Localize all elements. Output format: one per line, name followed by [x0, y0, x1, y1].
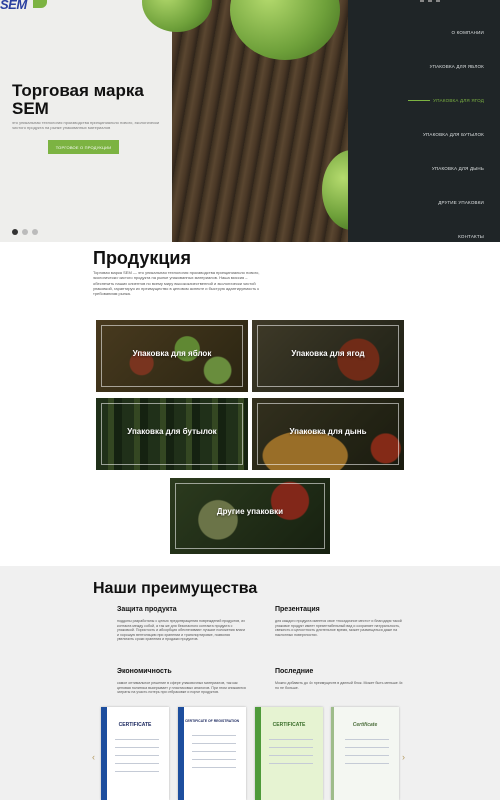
certificate-title: CERTIFICATE — [118, 722, 152, 728]
certificate-title: CERTIFICATE — [272, 722, 306, 728]
advantage-text: самое оптимальное решение в сфере упаков… — [117, 681, 246, 695]
advantage-text: для каждого продукта имеется свое «посад… — [275, 619, 402, 637]
product-card-label: Другие упаковки — [216, 507, 284, 516]
advantage-heading: Защита продукта — [117, 606, 177, 613]
nav-item-melons[interactable]: УПАКОВКА ДЛЯ ДЫНЬ — [432, 166, 484, 171]
product-card-label: Упаковка для бутылок — [127, 427, 217, 436]
certificate-card[interactable]: CERTIFICATE OF REGISTRATION — [178, 707, 246, 800]
products-title: Продукция — [93, 248, 191, 268]
nav-item-contacts[interactable]: КОНТАКТЫ — [458, 234, 484, 239]
brand-logo[interactable]: SEM — [0, 0, 48, 12]
advantages-section — [0, 566, 500, 800]
main-navigation: О КОМПАНИИ УПАКОВКА ДЛЯ ЯБЛОК УПАКОВКА Д… — [348, 0, 500, 242]
products-description: Торговая марка SEM — это уникальная техн… — [93, 270, 260, 297]
hero-title: Торговая марка SEM — [12, 81, 144, 118]
advantage-heading: Последние — [275, 668, 314, 675]
hero-section: SEM Торговая марка SEM это уникальная те… — [0, 0, 500, 242]
nav-item-other[interactable]: ДРУГИЕ УПАКОВКИ — [438, 200, 484, 205]
leaf-icon — [33, 0, 47, 8]
nav-item-apples[interactable]: УПАКОВКА ДЛЯ ЯБЛОК — [430, 64, 484, 69]
advantage-heading: Презентация — [275, 606, 320, 613]
certificate-card[interactable]: CERTIFICATE — [101, 707, 169, 800]
logo-text: SEM — [0, 0, 27, 12]
product-card-label: Упаковка для яблок — [132, 349, 212, 358]
product-card-label: Упаковка для дынь — [289, 427, 367, 436]
nav-item-berries[interactable]: УПАКОВКА ДЛЯ ЯГОД — [408, 98, 484, 103]
advantages-title: Наши преимущества — [93, 580, 258, 597]
nav-item-company[interactable]: О КОМПАНИИ — [451, 30, 484, 35]
product-card-bottles[interactable]: Упаковка для бутылок — [96, 398, 248, 470]
chevron-left-icon[interactable]: ‹ — [92, 752, 95, 762]
product-card-berries[interactable]: Упаковка для ягод — [252, 320, 404, 392]
chevron-right-icon[interactable]: › — [402, 752, 405, 762]
hero-description: это уникальная технология производства п… — [12, 120, 160, 130]
advantage-text: поддоны разработаны с целью предотвращен… — [117, 619, 246, 642]
hero-cta-button[interactable]: ТОРГОВОЕ О ПРОДУКЦИИ — [48, 140, 119, 154]
slider-dot-3[interactable] — [32, 229, 38, 235]
slider-dot-2[interactable] — [22, 229, 28, 235]
nav-item-bottles[interactable]: УПАКОВКА ДЛЯ БУТЫЛОК — [423, 132, 484, 137]
product-card-apples[interactable]: Упаковка для яблок — [96, 320, 248, 392]
slider-dot-1[interactable] — [12, 229, 18, 235]
product-card-label: Упаковка для ягод — [291, 349, 365, 358]
language-switch[interactable] — [420, 0, 440, 2]
certificate-title: Certificate — [352, 722, 378, 728]
certificate-title: CERTIFICATE OF REGISTRATION — [184, 719, 240, 723]
advantage-text: Можно добавить до 4х преимуществ в данны… — [275, 681, 403, 690]
product-card-other[interactable]: Другие упаковки — [170, 478, 330, 554]
hero-apples-image — [142, 0, 382, 242]
advantage-heading: Экономичность — [117, 668, 172, 675]
slider-dots — [12, 229, 38, 235]
product-card-melons[interactable]: Упаковка для дынь — [252, 398, 404, 470]
certificate-card[interactable]: Certificate — [331, 707, 399, 800]
certificate-card[interactable]: CERTIFICATE — [255, 707, 323, 800]
